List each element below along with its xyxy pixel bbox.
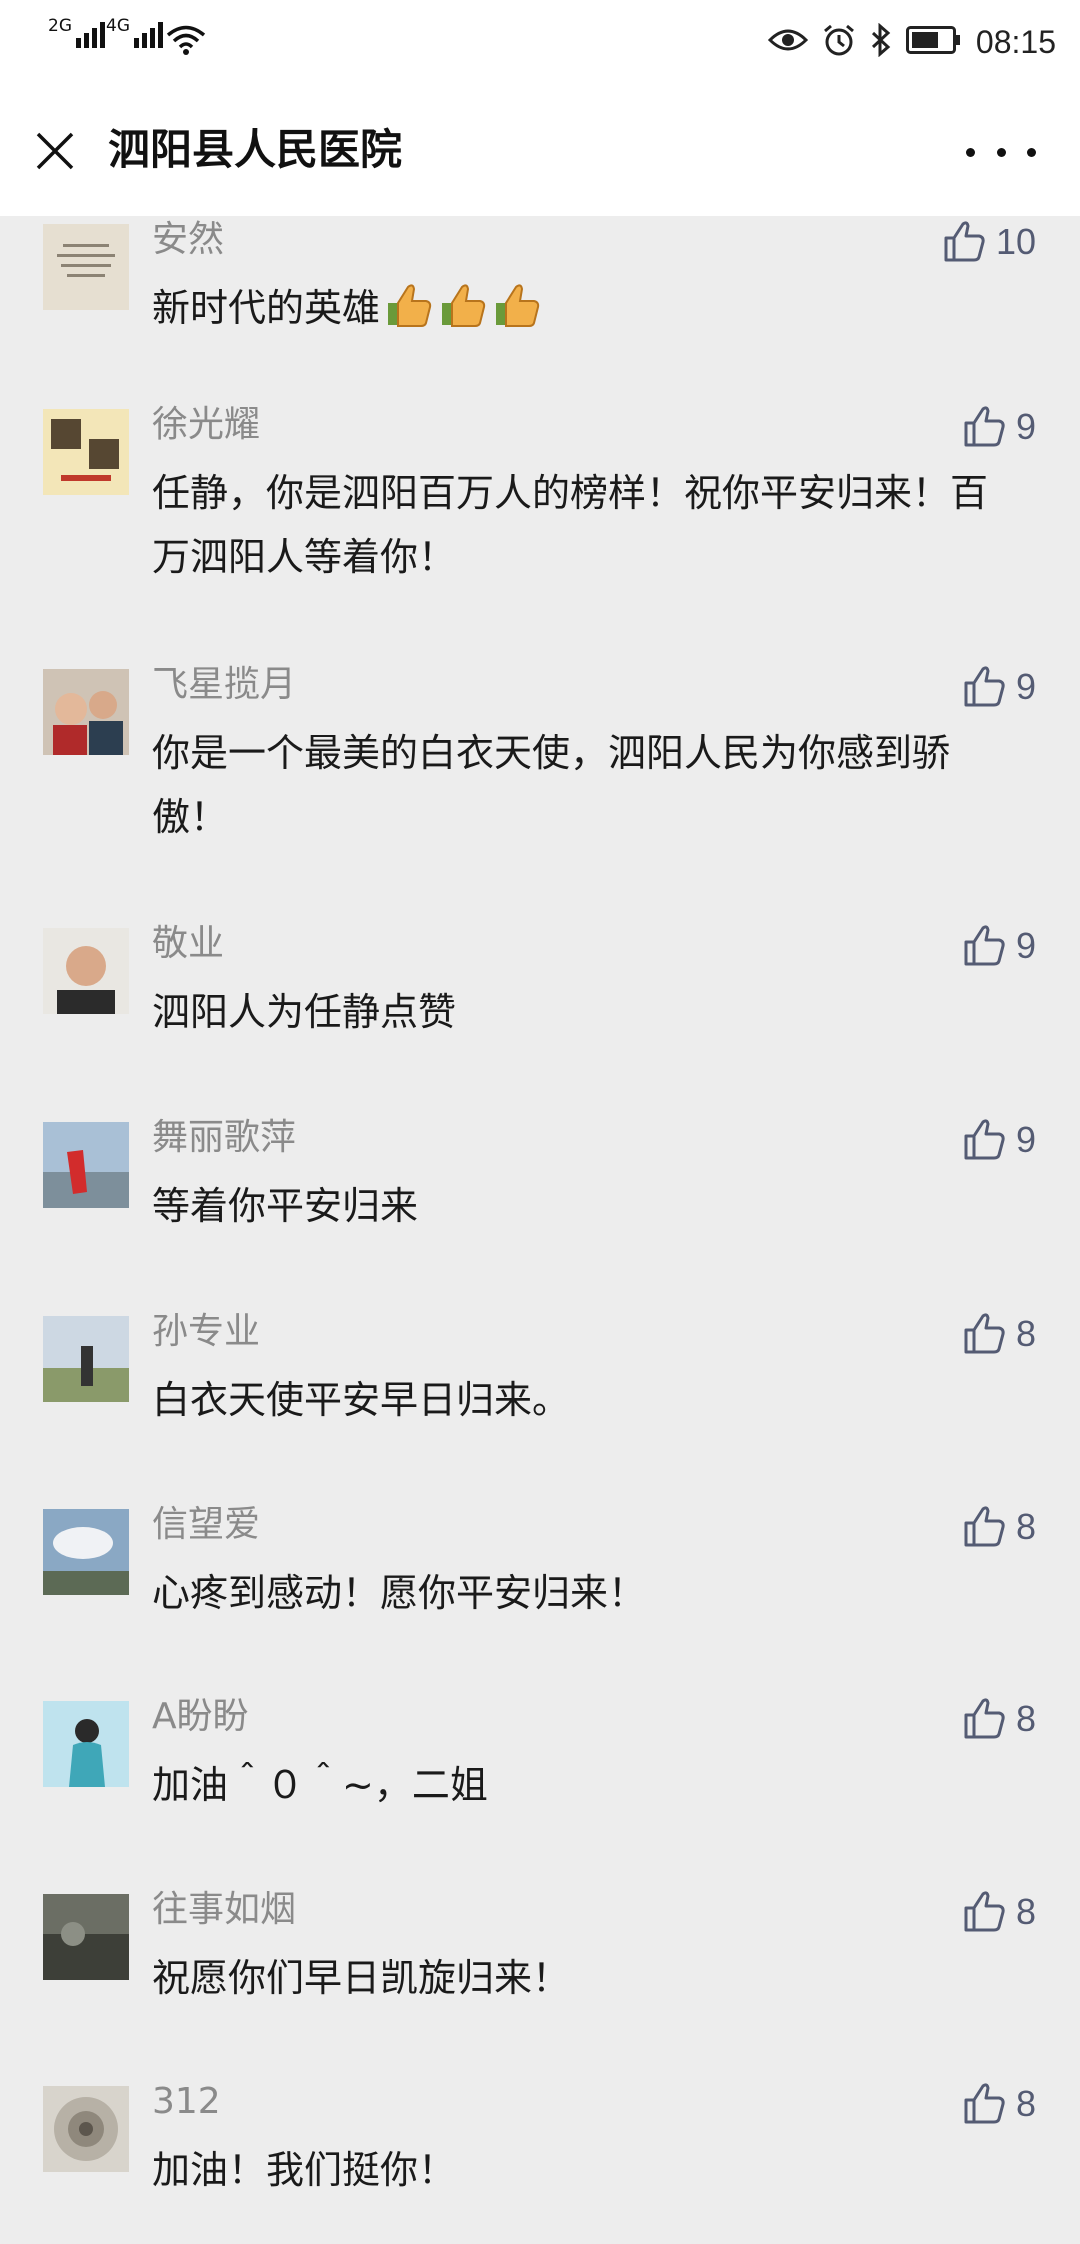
thumbs-up-icon xyxy=(964,2083,1005,2124)
comment-text: 你是一个最美的白衣天使，泗阳人民为你感到骄傲！ xyxy=(152,731,951,839)
thumbs-up-icon xyxy=(964,1891,1005,1932)
avatar[interactable] xyxy=(43,409,129,495)
thumbs-up-icon xyxy=(964,666,1005,707)
comment-text: 祝愿你们早日凯旋归来！ xyxy=(152,1956,571,2000)
avatar[interactable] xyxy=(43,1509,129,1595)
nickname: A盼盼 xyxy=(152,1696,249,1737)
nickname: 信望爱 xyxy=(152,1504,261,1545)
comment-list: 安然 新时代的英雄 10 徐光耀 任静，你是泗阳百万人的榜样！祝你平安归来！百万… xyxy=(0,216,1080,2244)
signal-2-label: 4G xyxy=(106,16,130,36)
like-count: 8 xyxy=(1015,1506,1036,1547)
avatar[interactable] xyxy=(43,224,129,310)
wifi-icon xyxy=(166,24,206,60)
comment-text: 心疼到感动！愿你平安归来！ xyxy=(152,1571,647,1615)
like-count: 10 xyxy=(995,221,1036,262)
thumbs-up-icon xyxy=(964,1506,1005,1547)
status-time: 08:15 xyxy=(975,23,1056,60)
like-button[interactable]: 8 xyxy=(962,1886,1036,1938)
like-button[interactable]: 9 xyxy=(962,661,1036,713)
like-count: 8 xyxy=(1015,1698,1036,1739)
like-count: 8 xyxy=(1015,1313,1036,1354)
avatar[interactable] xyxy=(43,1701,129,1787)
bluetooth-icon xyxy=(870,22,892,61)
thumbs-up-icon xyxy=(964,925,1005,966)
nickname: 徐光耀 xyxy=(152,404,261,445)
like-button[interactable]: 8 xyxy=(962,1308,1036,1360)
thumbs-up-emoji-icon xyxy=(490,281,542,348)
nickname: 敬业 xyxy=(152,923,225,964)
like-count: 8 xyxy=(1015,2083,1036,2124)
more-icon xyxy=(966,147,975,157)
like-count: 8 xyxy=(1015,1891,1036,1932)
status-bar: 2G 4G 08:15 xyxy=(0,0,1080,86)
alarm-icon xyxy=(822,23,856,61)
page-title: 泗阳县人民医院 xyxy=(108,125,403,174)
like-button[interactable]: 9 xyxy=(962,401,1036,453)
nickname: 312 xyxy=(152,2081,221,2122)
thumbs-up-icon xyxy=(964,1119,1005,1160)
close-icon xyxy=(36,132,74,170)
like-button[interactable]: 9 xyxy=(962,1114,1036,1166)
avatar[interactable] xyxy=(43,1894,129,1980)
signal-1-label: 2G xyxy=(48,16,72,36)
comment-text: 加油！我们挺你！ xyxy=(152,2148,457,2192)
like-count: 9 xyxy=(1015,1119,1036,1160)
avatar[interactable] xyxy=(43,928,129,1014)
comment-text: 等着你平安归来 xyxy=(152,1184,419,1228)
avatar[interactable] xyxy=(43,2086,129,2172)
comment-text: 新时代的英雄 xyxy=(152,276,1012,348)
nickname: 孙专业 xyxy=(152,1311,261,1352)
nav-bar: 泗阳县人民医院 xyxy=(0,86,1080,216)
like-button[interactable]: 9 xyxy=(962,920,1036,972)
nickname: 往事如烟 xyxy=(152,1889,297,1930)
nickname: 安然 xyxy=(152,219,225,260)
like-button[interactable]: 10 xyxy=(942,216,1036,268)
comment-text: 加油＾０＾~，二姐 xyxy=(152,1763,488,1807)
nickname: 舞丽歌萍 xyxy=(152,1117,297,1158)
signal-icon: 2G xyxy=(48,16,105,48)
comment-text: 任静，你是泗阳百万人的榜样！祝你平安归来！百万泗阳人等着你！ xyxy=(152,471,989,579)
thumbs-up-icon xyxy=(964,1698,1005,1739)
like-count: 9 xyxy=(1015,406,1036,447)
nickname: 飞星揽月 xyxy=(152,664,297,705)
thumbs-up-icon xyxy=(944,221,985,262)
avatar[interactable] xyxy=(43,669,129,755)
like-button[interactable]: 8 xyxy=(962,1501,1036,1553)
thumbs-up-emoji-icon xyxy=(436,281,488,348)
comment-text-content: 新时代的英雄 xyxy=(152,286,381,330)
like-count: 9 xyxy=(1015,925,1036,966)
comment-text: 泗阳人为任静点赞 xyxy=(152,990,457,1034)
thumbs-up-emoji-icon xyxy=(382,281,434,348)
more-button[interactable] xyxy=(966,130,1036,174)
comment-text: 白衣天使平安早日归来。 xyxy=(152,1378,571,1422)
like-button[interactable]: 8 xyxy=(962,2078,1036,2130)
avatar[interactable] xyxy=(43,1122,129,1208)
battery-icon xyxy=(905,26,962,58)
like-count: 9 xyxy=(1015,666,1036,707)
signal-icon: 4G xyxy=(106,16,163,48)
thumbs-up-icon xyxy=(964,406,1005,447)
avatar[interactable] xyxy=(43,1316,129,1402)
eye-icon xyxy=(767,26,809,58)
like-button[interactable]: 8 xyxy=(962,1693,1036,1745)
close-button[interactable] xyxy=(28,124,82,178)
thumbs-up-icon xyxy=(964,1313,1005,1354)
